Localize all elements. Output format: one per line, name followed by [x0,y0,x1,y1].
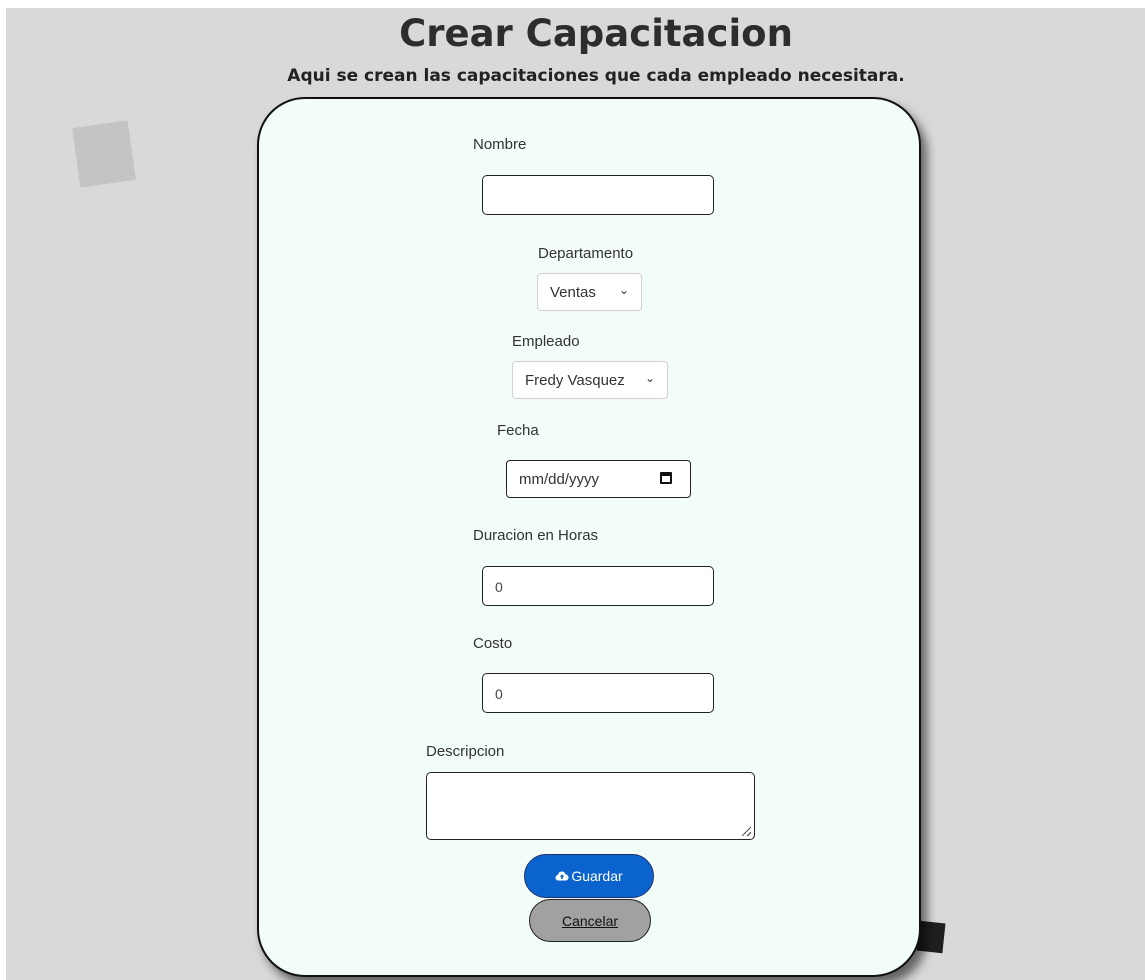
nombre-input[interactable] [482,175,714,215]
empleado-selected-value: Fredy Vasquez [525,371,625,389]
page-title: Crear Capacitacion [399,12,793,55]
chevron-down-icon: ⌄ [644,371,655,385]
fecha-label: Fecha [497,422,539,439]
nombre-label: Nombre [473,136,527,153]
costo-label: Costo [473,635,513,652]
fecha-input[interactable]: mm/dd/yyyy [506,460,691,498]
cancel-button[interactable]: Cancelar [529,899,651,942]
calendar-icon[interactable] [660,472,672,484]
empleado-select[interactable]: Fredy Vasquez ⌄ [512,361,668,399]
cancel-button-label: Cancelar [561,912,619,929]
empleado-label: Empleado [512,333,580,350]
chevron-down-icon: ⌄ [618,283,629,297]
departamento-select[interactable]: Ventas ⌄ [537,273,642,311]
cloud-upload-icon [555,871,569,881]
page-subtitle: Aqui se crean las capacitaciones que cad… [287,66,905,86]
decorative-square [72,120,136,188]
descripcion-label: Descripcion [426,743,505,760]
duracion-label: Duracion en Horas [473,527,599,544]
descripcion-textarea[interactable] [426,772,755,840]
duracion-input[interactable]: 0 [482,566,714,606]
save-button-label: Guardar [571,868,623,884]
fecha-placeholder: mm/dd/yyyy [519,470,600,488]
departamento-selected-value: Ventas [550,283,596,301]
resize-handle-icon[interactable] [742,827,751,836]
form-card: Nombre Departamento Ventas ⌄ Empleado Fr… [257,97,921,977]
save-button[interactable]: Guardar [524,854,654,898]
departamento-label: Departamento [538,245,634,262]
page-background: Crear Capacitacion Aqui se crean las cap… [6,8,1145,980]
costo-input[interactable]: 0 [482,673,714,713]
